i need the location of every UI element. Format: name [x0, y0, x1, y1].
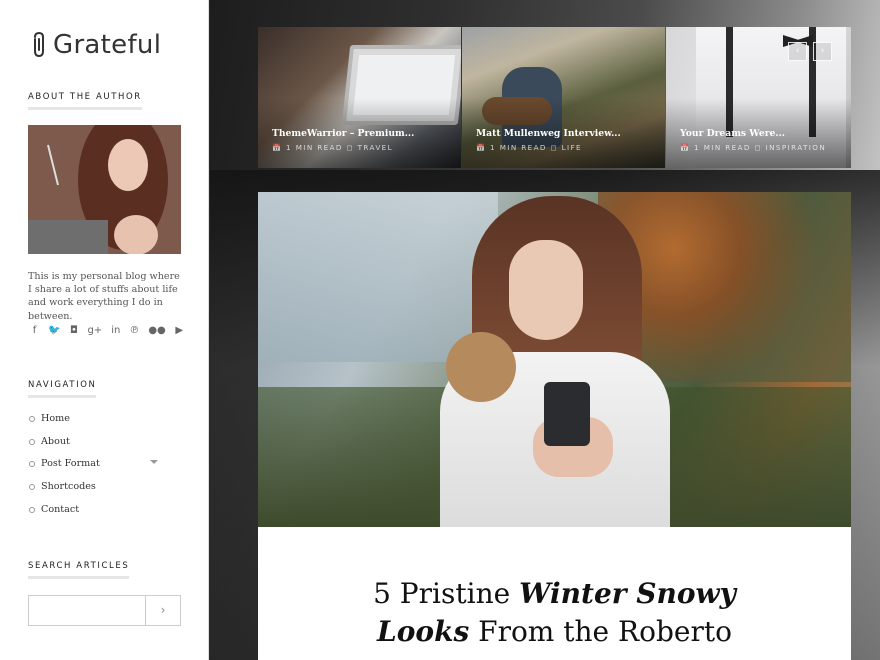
slider-prev-button[interactable]: ‹: [788, 42, 807, 61]
author-portrait: [28, 125, 181, 254]
youtube-icon[interactable]: ▶: [175, 325, 184, 336]
flickr-icon[interactable]: ●●: [148, 325, 165, 336]
facebook-icon[interactable]: f: [30, 325, 39, 336]
search-submit-button[interactable]: ›: [145, 596, 180, 625]
slide-meta: 📅 1 MIN READ ◻ LIFE: [476, 143, 582, 152]
search-input[interactable]: [29, 596, 156, 625]
slide-title[interactable]: Your Dreams Were...: [680, 128, 785, 139]
slide-meta: 📅 1 MIN READ ◻ INSPIRATION: [680, 143, 827, 152]
site-logo[interactable]: Grateful: [29, 30, 161, 60]
about-author-heading: About the Author: [28, 92, 142, 110]
bullet-icon: [29, 438, 35, 445]
featured-slider: ThemeWarrior – Premium... 📅 1 MIN READ ◻…: [258, 27, 851, 168]
twitter-icon[interactable]: 🐦: [48, 325, 60, 336]
featured-post-image[interactable]: [258, 192, 851, 527]
slider-next-button[interactable]: ›: [813, 42, 832, 61]
author-bio: This is my personal blog where I share a…: [28, 271, 180, 322]
nav-item-home[interactable]: Home: [28, 410, 168, 433]
bullet-icon: [29, 484, 35, 491]
navigation-heading: Navigation: [28, 380, 97, 398]
phone-image: [544, 382, 590, 446]
slide[interactable]: Matt Mullenweg Interview... 📅 1 MIN READ…: [462, 27, 665, 168]
site-title[interactable]: Grateful: [53, 30, 161, 60]
search-form: ›: [28, 595, 181, 626]
nav-item-shortcodes[interactable]: Shortcodes: [28, 478, 168, 501]
bullet-icon: [29, 416, 35, 422]
sidebar: Grateful About the Author This is my per…: [0, 0, 209, 660]
author-photo: [28, 125, 181, 254]
bullet-icon: [29, 461, 35, 468]
paperclip-icon: [34, 31, 44, 58]
slide[interactable]: ThemeWarrior – Premium... 📅 1 MIN READ ◻…: [258, 27, 461, 168]
nav-item-contact[interactable]: Contact: [28, 501, 168, 524]
nav-item-post-format[interactable]: Post Format: [28, 455, 168, 478]
navigation-menu: Home About Post Format Shortcodes Contac…: [28, 410, 168, 523]
post-title[interactable]: 5 Pristine Winter Snowy Looks From the R…: [258, 575, 851, 651]
linkedin-icon[interactable]: in: [111, 325, 120, 336]
pinterest-icon[interactable]: ℗: [129, 325, 139, 336]
slide-title[interactable]: Matt Mullenweg Interview...: [476, 128, 621, 139]
social-links: f 🐦 ◘ g+ in ℗ ●● ▶: [30, 325, 184, 336]
slide-title[interactable]: ThemeWarrior – Premium...: [272, 128, 414, 139]
chevron-down-icon[interactable]: [150, 460, 158, 465]
search-heading: Search Articles: [28, 561, 130, 579]
nav-item-about[interactable]: About: [28, 433, 168, 456]
slide-meta: 📅 1 MIN READ ◻ TRAVEL: [272, 143, 394, 152]
google-plus-icon[interactable]: g+: [87, 325, 102, 336]
featured-post-card: 5 Pristine Winter Snowy Looks From the R…: [258, 527, 851, 660]
bullet-icon: [29, 506, 35, 513]
instagram-icon[interactable]: ◘: [69, 325, 78, 336]
